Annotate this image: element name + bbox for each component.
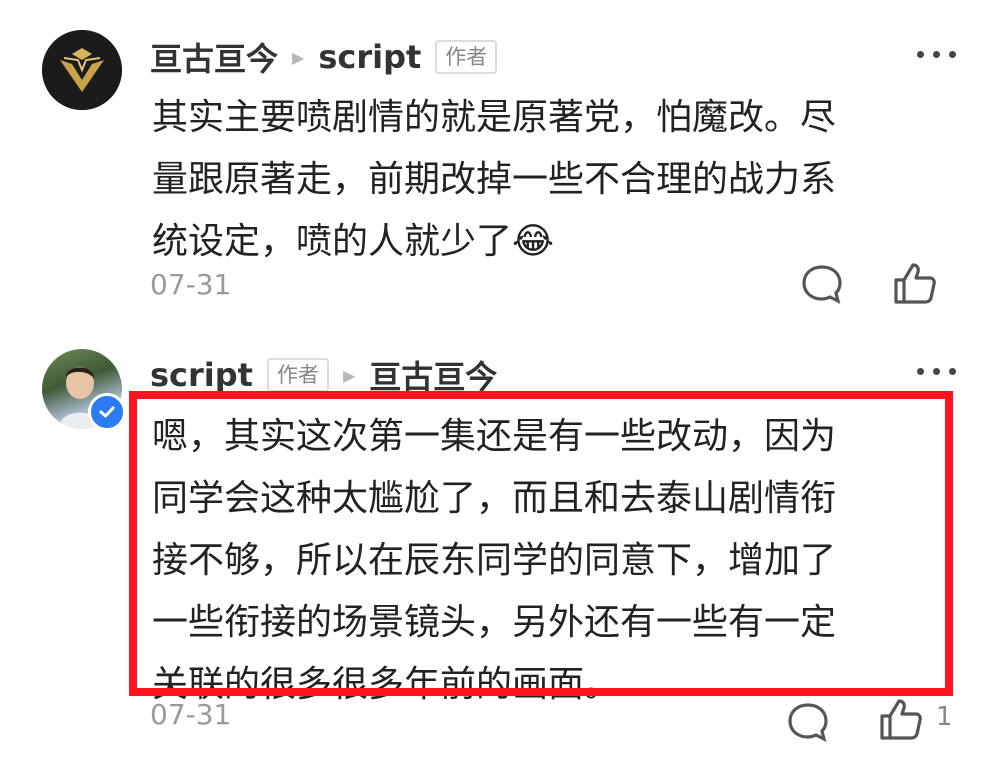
comment-date: 07-31 — [150, 268, 232, 301]
author-badge: 作者 — [266, 358, 329, 392]
avatar[interactable] — [42, 30, 122, 110]
like-thumb-icon[interactable] — [876, 694, 926, 744]
author-name[interactable]: script — [150, 356, 253, 394]
more-options-icon[interactable] — [917, 51, 956, 58]
logo-emblem-icon — [42, 30, 122, 110]
text-line: 量跟原著走，前期改掉一些不合理的战力系 — [152, 159, 837, 200]
avatar[interactable] — [42, 349, 126, 431]
comment-text: 其实主要喷剧情的就是原著党，怕魔改。尽 量跟原著走，前期改掉一些不合理的战力系 … — [152, 87, 952, 273]
reply-bubble-icon[interactable] — [786, 700, 830, 744]
like-thumb-icon[interactable] — [890, 258, 940, 308]
reply-to-name[interactable]: script — [318, 38, 421, 76]
text-line: 统设定，喷的人就少了 — [152, 221, 513, 262]
comment-header: 亘古亘今 ▶ script 作者 — [150, 34, 498, 80]
laughing-crying-emoji: 😂 — [512, 221, 555, 262]
author-name[interactable]: 亘古亘今 — [150, 34, 278, 80]
like-count: 1 — [936, 702, 953, 732]
author-badge: 作者 — [435, 40, 498, 74]
reply-arrow-icon: ▶ — [292, 47, 305, 67]
reply-arrow-icon: ▶ — [342, 365, 356, 385]
more-options-icon[interactable] — [917, 368, 956, 375]
comment-date: 07-31 — [150, 698, 232, 731]
reply-bubble-icon[interactable] — [800, 262, 844, 306]
text-line: 其实主要喷剧情的就是原著党，怕魔改。尽 — [152, 97, 837, 138]
highlight-annotation-box — [129, 391, 953, 696]
verified-badge-icon — [88, 393, 126, 431]
